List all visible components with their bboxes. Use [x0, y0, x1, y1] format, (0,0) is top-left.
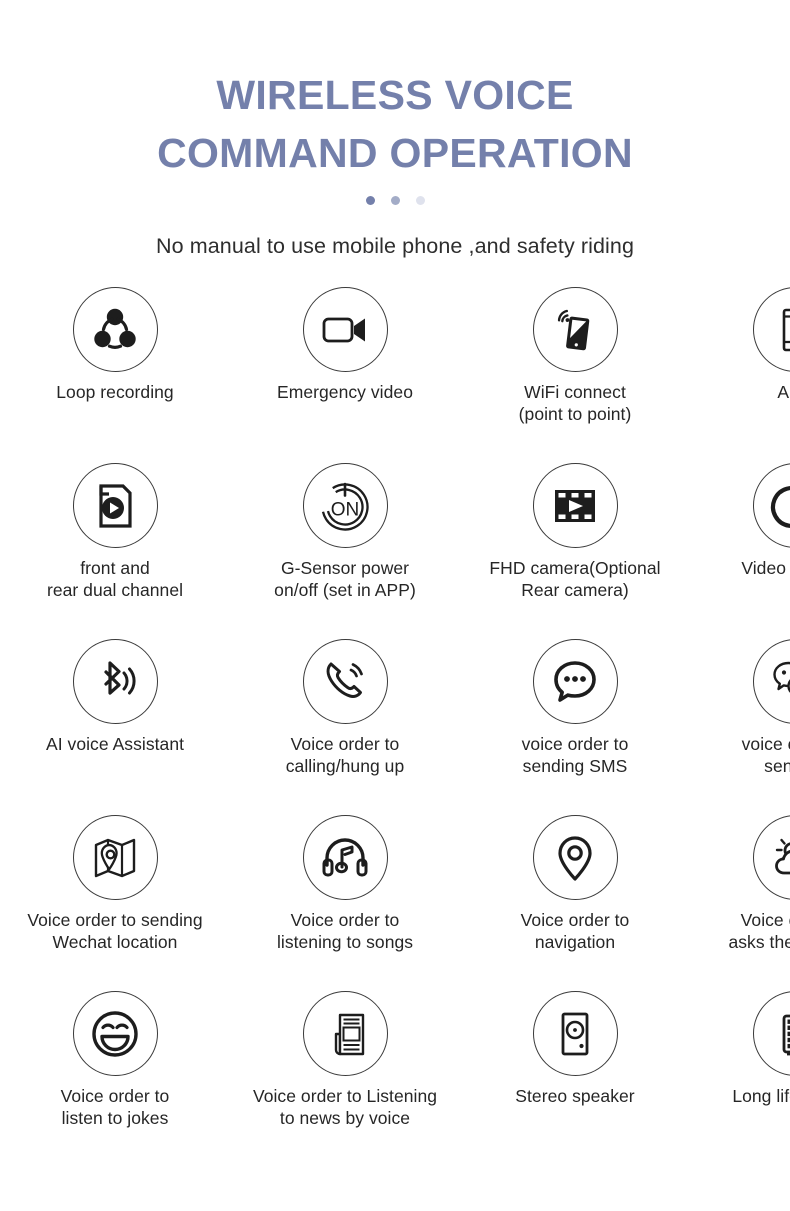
map-pin-icon — [72, 815, 158, 901]
page-title: WIRELESS VOICE COMMAND OPERATION — [0, 66, 790, 182]
feature-label: Stereo speaker — [515, 1086, 635, 1107]
feature-item-wechat-location[interactable]: Voice order to sending Wechat location — [0, 815, 230, 991]
feature-item-battery[interactable]: Long life battery — [690, 991, 790, 1167]
page-title-line-1: WIRELESS VOICE — [216, 72, 574, 118]
feature-item-g-sensor[interactable]: ON G-Sensor power on/off (set in APP) — [230, 463, 460, 639]
speaker-icon — [532, 991, 618, 1077]
dot-2[interactable] — [390, 195, 400, 205]
dot-active[interactable] — [365, 195, 375, 205]
dot-3[interactable] — [415, 195, 425, 205]
location-pin-icon — [532, 815, 618, 901]
feature-item-loop-recording[interactable]: Loop recording — [0, 287, 230, 463]
dual-channel-video-icon — [72, 463, 158, 549]
share-arrow-icon — [752, 463, 790, 549]
product-feature-page: WIRELESS VOICE COMMAND OPERATION No manu… — [0, 0, 790, 1211]
feature-item-sending-sms[interactable]: voice order to sending SMS — [460, 639, 690, 815]
film-strip-icon — [532, 463, 618, 549]
feature-label: Voice order to asks the weather — [728, 910, 790, 953]
feature-label: front and rear dual channel — [46, 558, 184, 601]
wifi-phone-icon — [532, 287, 618, 373]
feature-label: Video sharing — [741, 558, 787, 579]
feature-label: AI voice Assistant — [45, 734, 185, 755]
carousel-dots[interactable] — [0, 194, 790, 206]
feature-label: Voice order to listening to songs — [276, 910, 414, 953]
bluetooth-voice-icon — [72, 639, 158, 725]
feature-item-jokes[interactable]: Voice order to listen to jokes — [0, 991, 230, 1167]
feature-label: Voice order to listen to jokes — [60, 1086, 170, 1129]
video-camera-icon — [302, 287, 388, 373]
feature-item-wifi-connect[interactable]: WiFi connect (point to point) — [460, 287, 690, 463]
feature-grid: Loop recording Emergency video WiFi conn… — [0, 287, 790, 1167]
feature-item-weather[interactable]: Voice order to asks the weather — [690, 815, 790, 991]
feature-label: voice order to sending SMS — [521, 734, 629, 777]
wechat-icon — [752, 639, 790, 725]
feature-item-navigation[interactable]: Voice order to navigation — [460, 815, 690, 991]
loop-recording-icon — [72, 287, 158, 373]
page-header: WIRELESS VOICE COMMAND OPERATION No manu… — [0, 0, 790, 259]
feature-label: Loop recording — [56, 382, 174, 403]
feature-item-ai-voice-assistant[interactable]: AI voice Assistant — [0, 639, 230, 815]
page-title-line-2: COMMAND OPERATION — [157, 130, 633, 177]
svg-text:ON: ON — [331, 499, 360, 520]
feature-label: Voice order to sending Wechat location — [27, 910, 203, 953]
feature-label: APP — [777, 382, 790, 403]
weather-sun-cloud-icon — [752, 815, 790, 901]
smartphone-icon — [752, 287, 790, 373]
feature-label: Long life battery — [732, 1086, 790, 1107]
feature-item-dual-channel[interactable]: front and rear dual channel — [0, 463, 230, 639]
feature-item-video-sharing[interactable]: Video sharing — [690, 463, 790, 639]
feature-label: Voice order to navigation — [520, 910, 630, 953]
page-subtitle: No manual to use mobile phone ,and safet… — [155, 234, 635, 259]
feature-item-emergency-video[interactable]: Emergency video — [230, 287, 460, 463]
feature-label: G-Sensor power on/off (set in APP) — [274, 558, 416, 601]
feature-label: Voice order to Listening to news by voic… — [252, 1086, 438, 1129]
feature-item-news[interactable]: Voice order to Listening to news by voic… — [230, 991, 460, 1167]
feature-label: Emergency video — [277, 382, 413, 403]
feature-label: Voice order to calling/hung up — [285, 734, 405, 777]
feature-item-stereo-speaker[interactable]: Stereo speaker — [460, 991, 690, 1167]
feature-item-fhd-camera[interactable]: FHD camera(Optional Rear camera) — [460, 463, 690, 639]
feature-label: voice order to sending — [741, 734, 790, 777]
speech-bubble-icon — [532, 639, 618, 725]
phone-call-icon — [302, 639, 388, 725]
feature-item-listening-songs[interactable]: Voice order to listening to songs — [230, 815, 460, 991]
smiley-face-icon — [72, 991, 158, 1077]
power-on-icon: ON — [302, 463, 388, 549]
feature-label: WiFi connect (point to point) — [518, 382, 632, 425]
feature-label: FHD camera(Optional Rear camera) — [489, 558, 661, 601]
feature-item-app[interactable]: APP — [690, 287, 790, 463]
battery-icon — [752, 991, 790, 1077]
feature-item-voice-calling[interactable]: Voice order to calling/hung up — [230, 639, 460, 815]
headphones-music-icon — [302, 815, 388, 901]
newspaper-icon — [302, 991, 388, 1077]
feature-item-wechat-sending[interactable]: voice order to sending — [690, 639, 790, 815]
